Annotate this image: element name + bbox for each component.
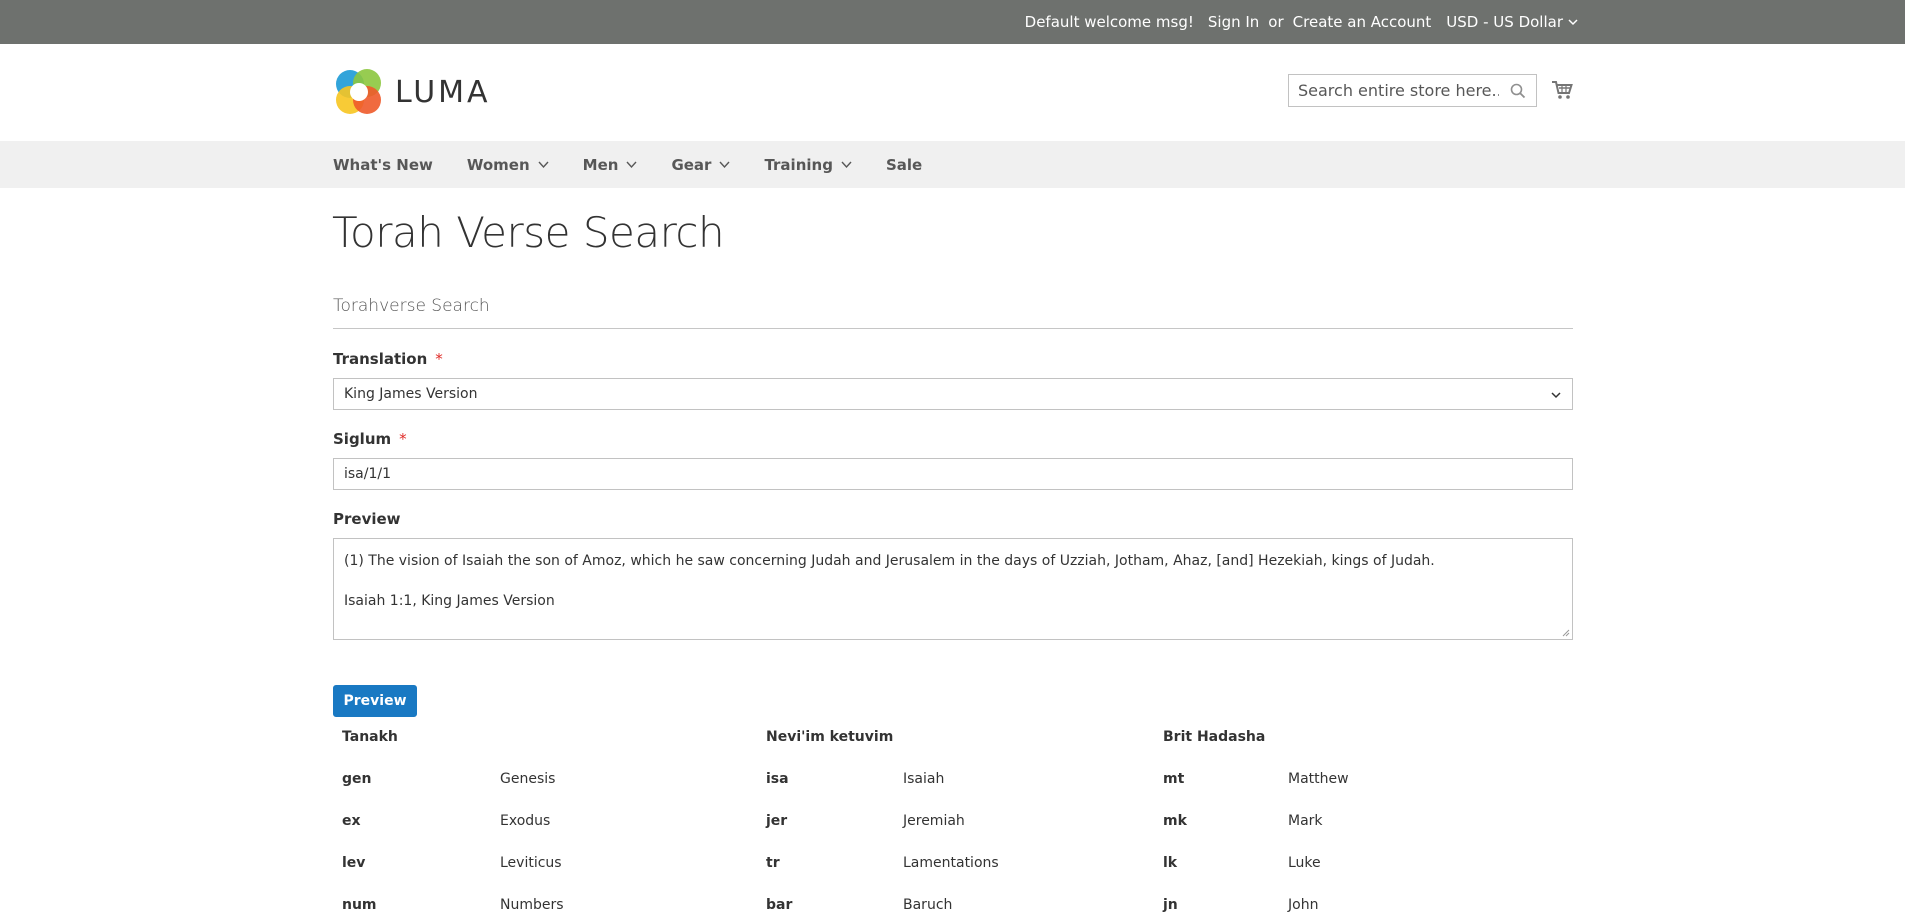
translation-selected-value: King James Version — [344, 386, 478, 402]
nav-item-women[interactable]: Women — [467, 156, 549, 174]
resize-handle-icon[interactable] — [1562, 629, 1570, 637]
preview-label-text: Preview — [333, 510, 401, 528]
book-abbr: mk — [1163, 813, 1187, 829]
welcome-message: Default welcome msg! — [1024, 13, 1194, 31]
or-separator: or — [1268, 13, 1284, 31]
cart-icon[interactable] — [1550, 78, 1574, 102]
book-name: Exodus — [500, 813, 551, 829]
header-links: Default welcome msg! Sign In or Create a… — [1025, 0, 1579, 44]
nav-item-label: Training — [764, 155, 833, 174]
search-box — [1288, 74, 1537, 107]
book-abbr: jer — [766, 813, 788, 829]
nav-item-men[interactable]: Men — [583, 156, 638, 174]
nav-item-label: Gear — [671, 155, 712, 174]
book-abbr: jn — [1163, 897, 1178, 913]
chevron-down-icon — [841, 161, 852, 169]
preview-verse-text: (1) The vision of Isaiah the son of Amoz… — [344, 553, 1435, 569]
nav-item-label: Women — [466, 155, 530, 174]
book-abbr: ex — [342, 813, 361, 829]
book-name: Genesis — [500, 771, 556, 787]
book-abbr: lk — [1163, 855, 1178, 871]
book-abbr: isa — [766, 771, 789, 787]
translation-select[interactable]: King James Version — [333, 378, 1573, 410]
book-abbr: bar — [766, 897, 793, 913]
chevron-down-icon — [626, 161, 637, 169]
book-abbr: gen — [342, 771, 372, 787]
chevron-down-icon — [1568, 19, 1578, 26]
siglum-input[interactable] — [333, 458, 1573, 490]
nav-item-training[interactable]: Training — [764, 155, 852, 174]
preview-button[interactable]: Preview — [333, 685, 417, 717]
main-navigation: What's New Women Men Gear Training Sale — [0, 141, 1905, 188]
nav-item-label: Men — [582, 155, 619, 174]
nav-item-gear[interactable]: Gear — [671, 156, 730, 174]
search-input[interactable] — [1289, 75, 1499, 106]
brit-hadasha-heading: Brit Hadasha — [1163, 729, 1266, 745]
book-name: Luke — [1288, 855, 1321, 871]
book-name: Matthew — [1288, 771, 1349, 787]
currency-switcher[interactable]: USD - US Dollar — [1446, 13, 1579, 31]
form-legend: Torahverse Search — [333, 296, 490, 316]
chevron-down-icon — [719, 161, 730, 169]
book-name: Baruch — [903, 897, 953, 913]
book-name: Jeremiah — [903, 813, 965, 829]
preview-label: Preview — [333, 510, 401, 528]
book-abbr: lev — [342, 855, 366, 871]
chevron-down-icon — [1551, 392, 1561, 399]
logo-text: LUMA — [395, 74, 491, 110]
preview-textarea[interactable]: (1) The vision of Isaiah the son of Amoz… — [333, 538, 1573, 640]
siglum-label: Siglum * — [333, 430, 407, 448]
book-name: Isaiah — [903, 771, 945, 787]
book-abbr: num — [342, 897, 377, 913]
tanakh-heading: Tanakh — [342, 729, 398, 745]
legend-divider — [333, 328, 1573, 329]
create-account-link[interactable]: Create an Account — [1293, 13, 1432, 31]
luma-logo-icon — [336, 69, 381, 114]
panel-header: Default welcome msg! Sign In or Create a… — [0, 0, 1905, 44]
page-title: Torah Verse Search — [332, 208, 725, 257]
translation-label-text: Translation — [333, 350, 428, 368]
preview-citation: Isaiah 1:1, King James Version — [344, 593, 555, 609]
siglum-label-text: Siglum — [333, 430, 392, 448]
currency-label: USD - US Dollar — [1446, 13, 1563, 31]
nav-item-label: Sale — [885, 155, 923, 174]
neviim-heading: Nevi'im ketuvim — [766, 729, 894, 745]
required-mark: * — [435, 350, 443, 368]
book-name: Lamentations — [903, 855, 999, 871]
nav-item-whats-new[interactable]: What's New — [333, 156, 433, 174]
nav-item-sale[interactable]: Sale — [886, 156, 922, 174]
chevron-down-icon — [538, 161, 549, 169]
translation-label: Translation * — [333, 350, 443, 368]
search-icon[interactable] — [1510, 83, 1526, 99]
book-abbr: tr — [766, 855, 780, 871]
nav-item-label: What's New — [333, 155, 433, 174]
book-name: John — [1288, 897, 1319, 913]
book-name: Mark — [1288, 813, 1323, 829]
book-name: Leviticus — [500, 855, 562, 871]
required-mark: * — [399, 430, 407, 448]
sign-in-link[interactable]: Sign In — [1208, 13, 1259, 31]
store-logo[interactable]: LUMA — [333, 66, 491, 118]
book-abbr: mt — [1163, 771, 1185, 787]
book-name: Numbers — [500, 897, 564, 913]
